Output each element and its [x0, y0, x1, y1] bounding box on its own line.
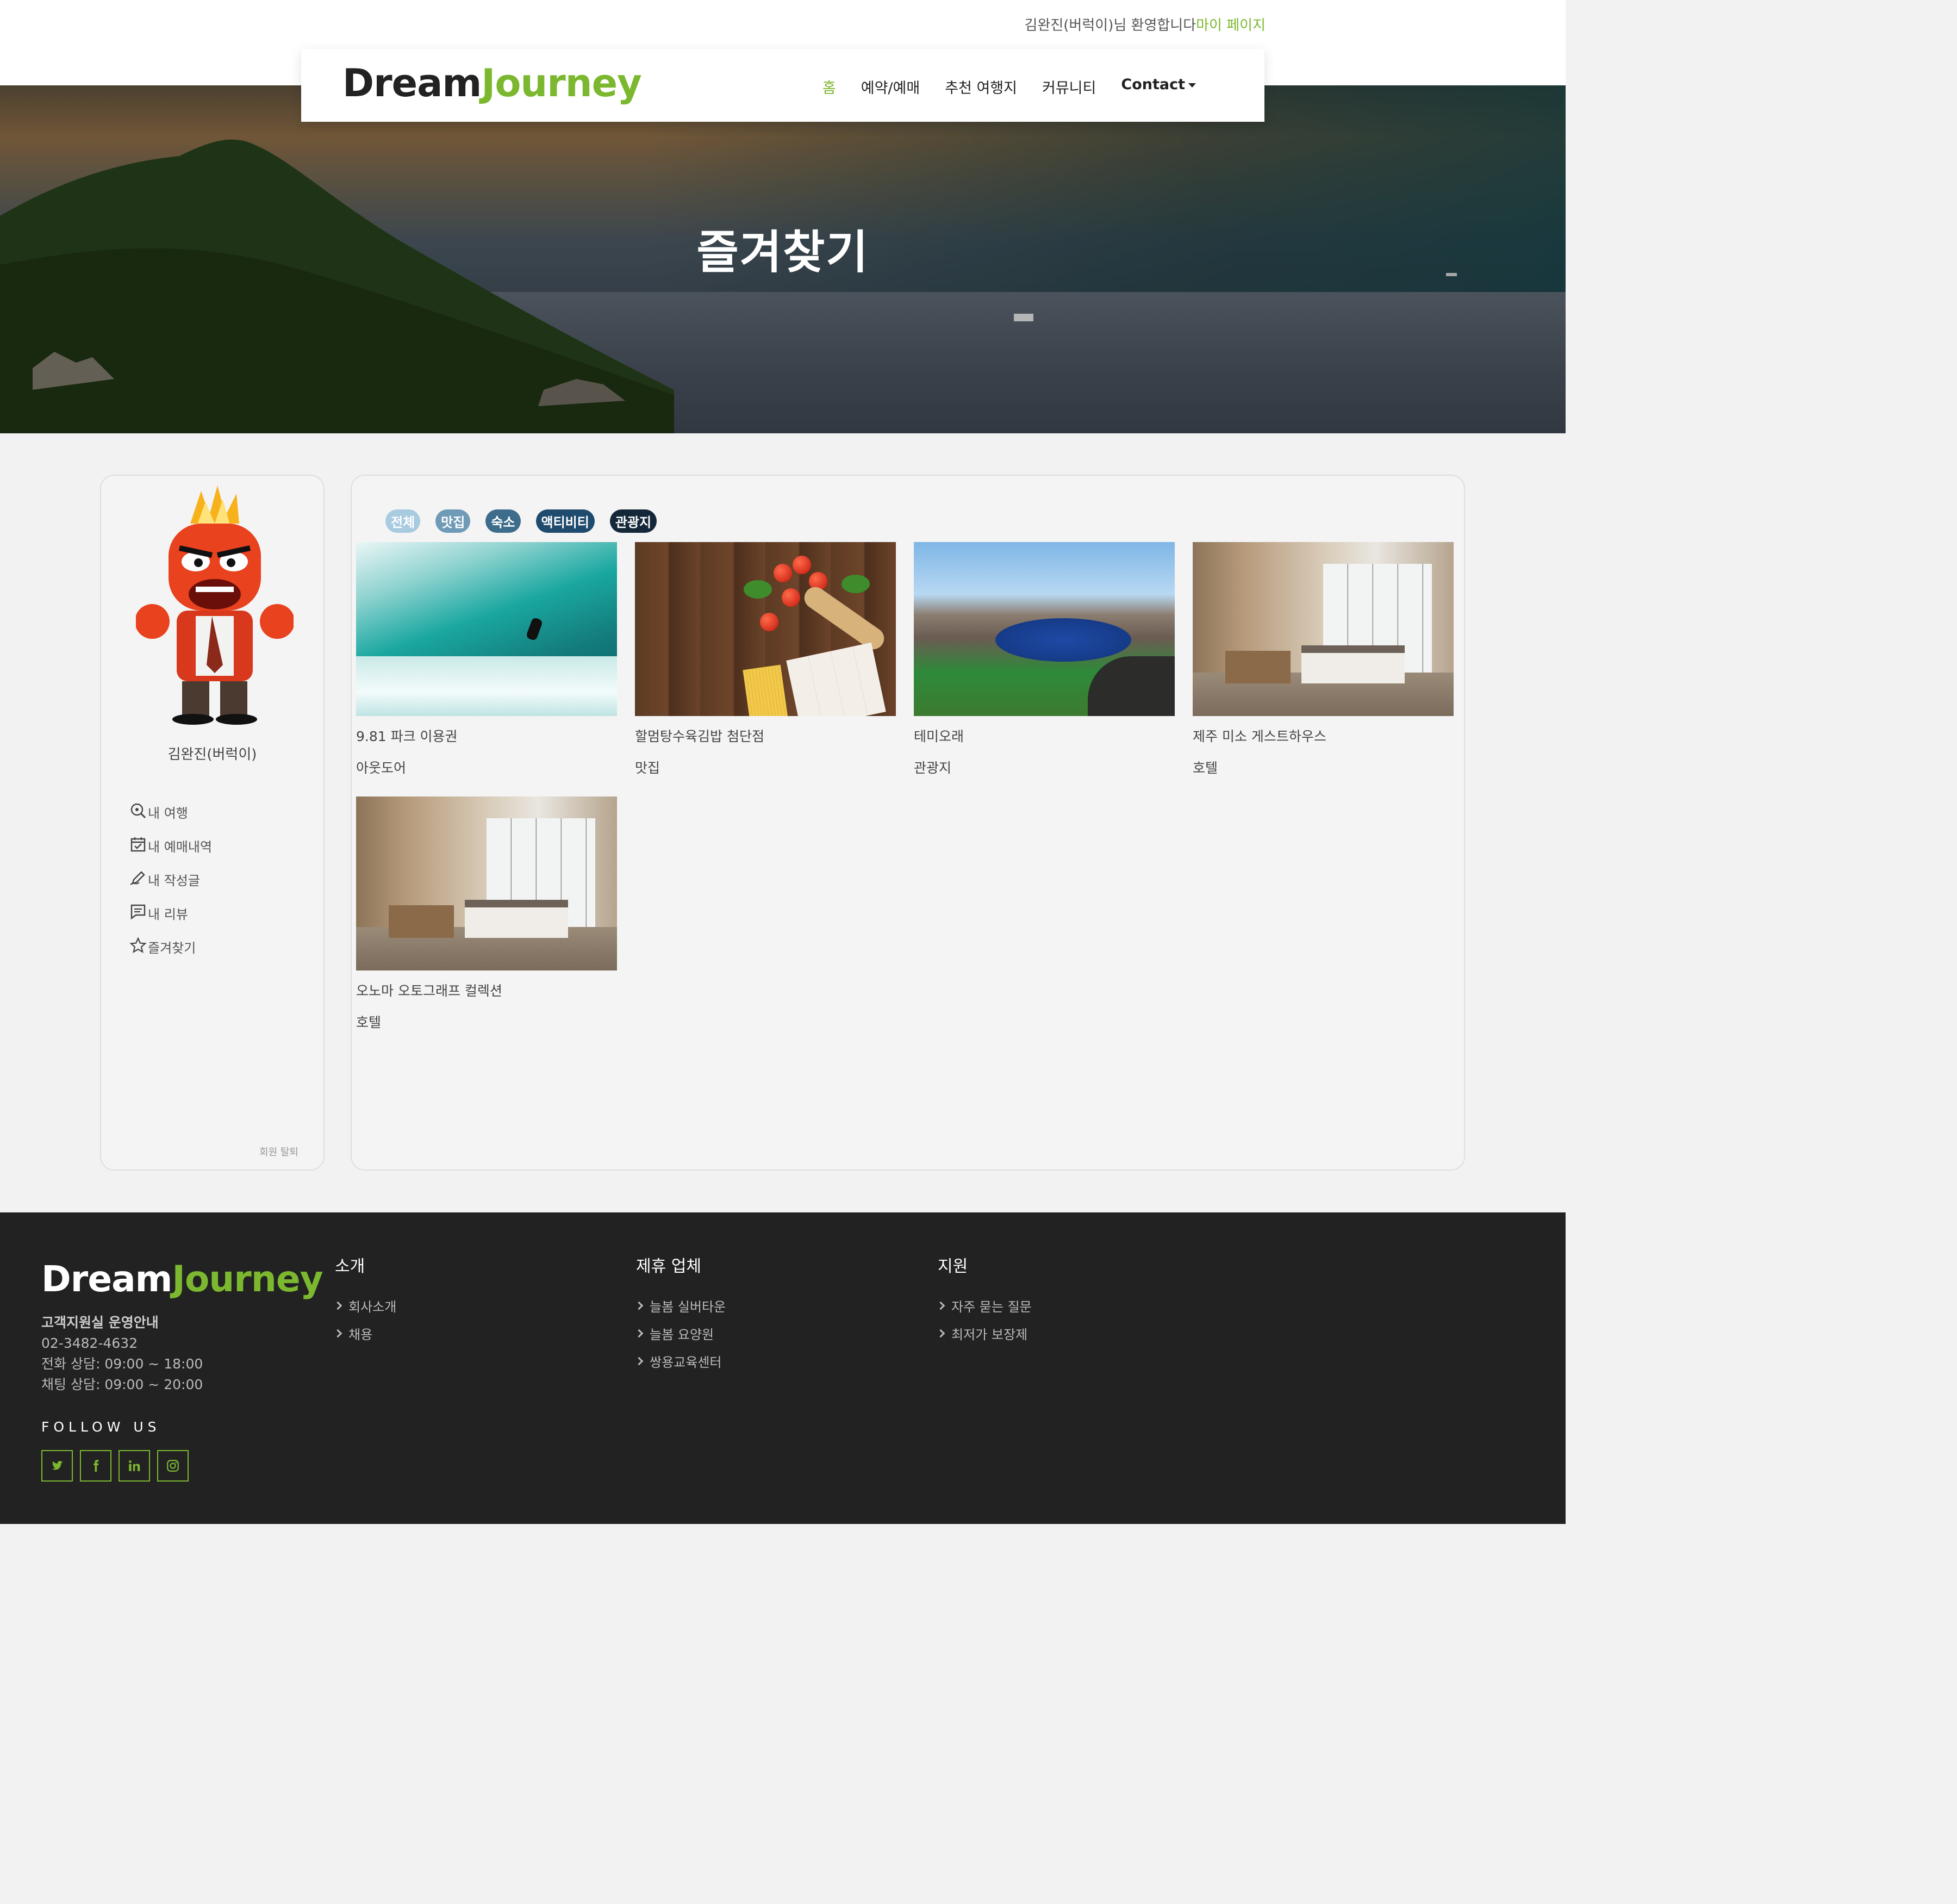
twitter-icon[interactable] [41, 1450, 73, 1482]
filter-activity[interactable]: 액티비티 [535, 509, 595, 533]
filter-all[interactable]: 전체 [385, 509, 421, 533]
footer-col-title: 소개 [335, 1257, 365, 1276]
favorite-category: 호텔 [1193, 760, 1218, 776]
nav-home[interactable]: 홈 [822, 76, 836, 97]
nav-booking[interactable]: 예약/예매 [861, 76, 920, 97]
support-info: 고객지원실 운영안내 02-3482-4632 전화 상담: 09:00 ~ 1… [41, 1312, 203, 1395]
nav-menu: 홈 예약/예매 추천 여행지 커뮤니티 Contact [822, 76, 1196, 97]
linkedin-icon[interactable] [119, 1450, 150, 1482]
brand-logo[interactable]: DreamJourney [342, 61, 642, 105]
favorite-card[interactable]: 할멈탕수육김밥 첨단점 맛집 [635, 542, 896, 777]
favorite-card[interactable]: 9.81 파크 이용권 아웃도어 [356, 542, 617, 777]
star-icon [129, 937, 147, 954]
site-footer: DreamJourney 고객지원실 운영안내 02-3482-4632 전화 … [0, 1212, 1566, 1524]
welcome-text: 김완진(버럭이)님 환영합니다 [1024, 17, 1196, 34]
calendar-check-icon [130, 837, 146, 852]
filter-tourist-spot[interactable]: 관광지 [609, 509, 657, 533]
favorites-panel: 전체 맛집 숙소 액티비티 관광지 9.81 파크 이용권 아웃도어 할멈탕수육… [351, 475, 1465, 1171]
favorite-card[interactable]: 테미오래 관광지 [914, 542, 1175, 777]
page-title: 즐겨찾기 [696, 226, 869, 279]
menu-my-trips[interactable]: 내 여행 [129, 788, 212, 822]
main-navbar: DreamJourney 홈 예약/예매 추천 여행지 커뮤니티 Contact [301, 49, 1264, 122]
search-location-icon [130, 803, 146, 819]
footer-col-partners: 제휴 업체 늘봄 실버타운 늘봄 요양원 쌍용교육센터 [636, 1253, 726, 1375]
menu-my-reviews[interactable]: 내 리뷰 [129, 889, 212, 923]
menu-favorites[interactable]: 즐겨찾기 [129, 923, 212, 956]
footer-col-about: 소개 회사소개 채용 [335, 1253, 396, 1347]
profile-card: 김완진(버럭이) 내 여행 내 예매내역 내 작성글 내 리뷰 즐겨찾기 회원 … [100, 475, 325, 1171]
mypage-menu: 내 여행 내 예매내역 내 작성글 내 리뷰 즐겨찾기 [129, 788, 212, 956]
social-links [41, 1450, 189, 1482]
favorite-category: 맛집 [635, 760, 660, 776]
favorite-category: 아웃도어 [356, 760, 407, 776]
instagram-icon[interactable] [157, 1450, 189, 1482]
favorite-image[interactable] [635, 542, 896, 716]
favorite-title[interactable]: 할멈탕수육김밥 첨단점 [635, 726, 896, 745]
caret-down-icon [1188, 83, 1196, 88]
footer-link-partner-1[interactable]: 늘봄 실버타운 [636, 1292, 726, 1320]
footer-col-title: 지원 [938, 1257, 968, 1276]
footer-link-company[interactable]: 회사소개 [335, 1292, 396, 1320]
mypage-link[interactable]: 마이 페이지 [1196, 17, 1266, 34]
filter-restaurant[interactable]: 맛집 [435, 509, 471, 533]
phone-hours: 전화 상담: 09:00 ~ 18:00 [41, 1356, 203, 1372]
footer-link-careers[interactable]: 채용 [335, 1320, 396, 1347]
nav-recommend[interactable]: 추천 여행지 [945, 76, 1017, 97]
support-phone: 02-3482-4632 [41, 1335, 138, 1351]
favorite-image[interactable] [914, 542, 1175, 716]
footer-link-partner-2[interactable]: 늘봄 요양원 [636, 1320, 726, 1347]
chat-hours: 채팅 상담: 09:00 ~ 20:00 [41, 1377, 203, 1392]
favorite-title[interactable]: 9.81 파크 이용권 [356, 726, 617, 745]
footer-link-best-price[interactable]: 최저가 보장제 [938, 1320, 1032, 1347]
favorite-card[interactable]: 제주 미소 게스트하우스 호텔 [1193, 542, 1454, 777]
favorite-title[interactable]: 테미오래 [914, 726, 1175, 745]
favorite-category: 관광지 [914, 760, 952, 776]
comment-icon [130, 904, 146, 920]
nav-contact-dropdown[interactable]: Contact [1121, 76, 1196, 97]
pencil-icon [130, 871, 145, 885]
user-name: 김완진(버럭이) [167, 746, 257, 763]
avatar [136, 486, 294, 725]
footer-logo[interactable]: DreamJourney [41, 1258, 323, 1300]
footer-col-title: 제휴 업체 [636, 1257, 701, 1276]
favorite-category: 호텔 [356, 1015, 382, 1030]
filter-lodging[interactable]: 숙소 [485, 509, 521, 533]
footer-link-faq[interactable]: 자주 묻는 질문 [938, 1292, 1032, 1320]
category-filters: 전체 맛집 숙소 액티비티 관광지 [385, 509, 657, 533]
favorite-image[interactable] [1193, 542, 1454, 716]
menu-my-bookings[interactable]: 내 예매내역 [129, 822, 212, 855]
favorite-image[interactable] [356, 542, 617, 716]
favorite-title[interactable]: 제주 미소 게스트하우스 [1193, 726, 1454, 745]
follow-us-label: FOLLOW US [41, 1419, 161, 1435]
favorite-card[interactable]: 오노마 오토그래프 컬렉션 호텔 [356, 797, 617, 1031]
menu-my-posts[interactable]: 내 작성글 [129, 855, 212, 889]
footer-col-support: 지원 자주 묻는 질문 최저가 보장제 [938, 1253, 1032, 1347]
favorite-image[interactable] [356, 797, 617, 970]
hero-banner: 즐겨찾기 [0, 85, 1566, 433]
welcome-message: 김완진(버럭이)님 환영합니다마이 페이지 [1025, 14, 1266, 34]
facebook-icon[interactable] [80, 1450, 111, 1482]
support-title: 고객지원실 운영안내 [41, 1315, 159, 1330]
nav-community[interactable]: 커뮤니티 [1042, 76, 1096, 97]
favorite-title[interactable]: 오노마 오토그래프 컬렉션 [356, 980, 617, 1000]
withdraw-link[interactable]: 회원 탈퇴 [259, 1144, 298, 1159]
footer-link-partner-3[interactable]: 쌍용교육센터 [636, 1347, 726, 1375]
